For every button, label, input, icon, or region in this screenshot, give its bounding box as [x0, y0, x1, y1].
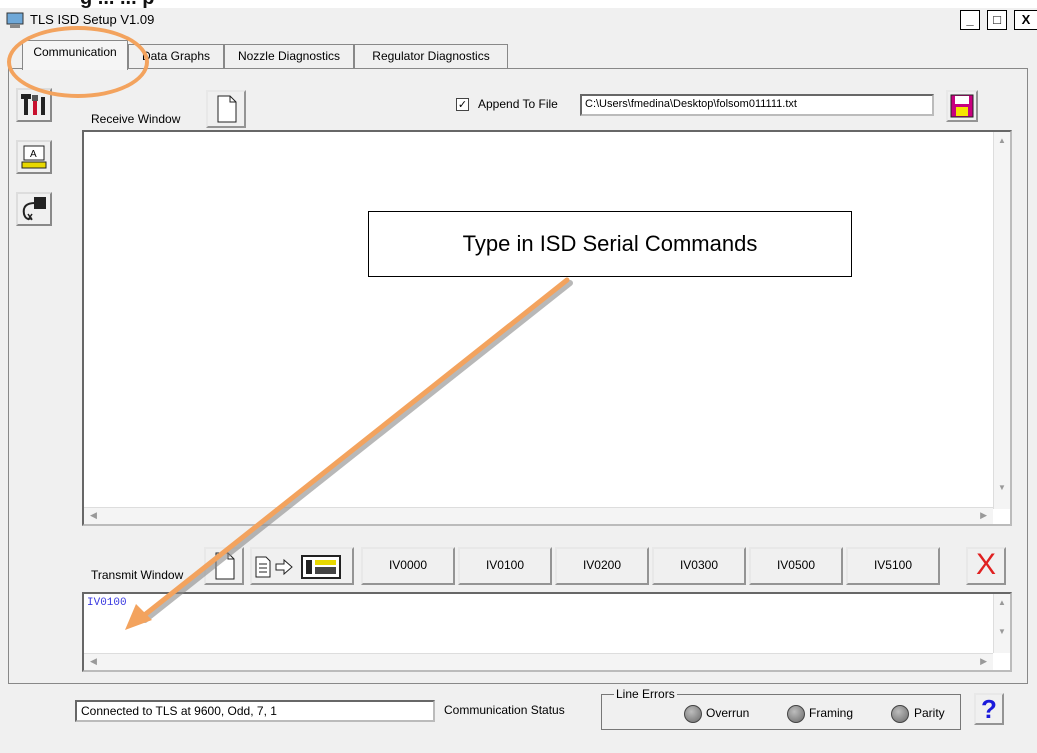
receive-text-area[interactable] [82, 130, 1012, 526]
receive-vertical-scrollbar[interactable]: ▲ ▼ [993, 132, 1010, 509]
framing-indicator [787, 705, 805, 723]
receive-clear-button[interactable] [206, 90, 246, 128]
parity-indicator [891, 705, 909, 723]
send-file-button[interactable] [250, 547, 354, 585]
clear-x-icon: X [975, 548, 996, 581]
title-bar: TLS ISD Setup V1.09 [0, 8, 1037, 34]
help-button[interactable]: ? [974, 693, 1004, 725]
transmit-clear-button[interactable] [204, 547, 244, 585]
receive-window-label: Receive Window [91, 112, 181, 126]
receive-horizontal-scrollbar[interactable]: ◀ ▶ [84, 507, 993, 524]
cable-button[interactable] [16, 192, 52, 226]
keyboard-button[interactable]: A [16, 140, 52, 174]
tab-regulator-diagnostics[interactable]: Regulator Diagnostics [354, 44, 508, 68]
cable-icon [22, 197, 46, 221]
window-title: TLS ISD Setup V1.09 [30, 12, 155, 27]
slide-heading-text: g ... ... p [80, 0, 154, 8]
app-icon [6, 12, 24, 28]
line-errors-label: Line Errors [614, 687, 677, 701]
new-document-icon [215, 552, 235, 580]
slide-heading-fragment: g ... ... p [0, 0, 1037, 8]
command-button-iv0000[interactable]: IV0000 [361, 547, 455, 585]
text-file-icon [255, 555, 341, 579]
minimize-button[interactable]: _ [960, 10, 980, 30]
close-button[interactable]: X [1014, 10, 1037, 30]
communication-status-label: Communication Status [444, 703, 565, 717]
command-button-iv0100[interactable]: IV0100 [458, 547, 552, 585]
command-button-iv0200[interactable]: IV0200 [555, 547, 649, 585]
command-button-iv5100[interactable]: IV5100 [846, 547, 940, 585]
transmit-vertical-scrollbar[interactable]: ▲ ▼ [993, 594, 1010, 653]
keyboard-icon: A [21, 145, 47, 169]
overrun-indicator [684, 705, 702, 723]
calculator-icon [301, 555, 341, 579]
command-button-iv0500[interactable]: IV0500 [749, 547, 843, 585]
file-path-field[interactable]: C:\Users\fmedina\Desktop\folsom011111.tx… [580, 94, 934, 116]
transmit-horizontal-scrollbar[interactable]: ◀ ▶ [84, 653, 993, 670]
annotation-circle [7, 26, 149, 98]
save-disk-icon [950, 94, 974, 118]
append-to-file-label: Append To File [478, 97, 558, 111]
maximize-button[interactable]: □ [987, 10, 1007, 30]
framing-label: Framing [809, 706, 854, 720]
command-button-iv0300[interactable]: IV0300 [652, 547, 746, 585]
connection-status-field: Connected to TLS at 9600, Odd, 7, 1 [75, 700, 435, 722]
tools-icon [21, 94, 45, 115]
arrow-right-icon [275, 558, 293, 576]
svg-text:A: A [30, 149, 37, 160]
transmit-input-text: IV0100 [87, 597, 127, 609]
annotation-callout: Type in ISD Serial Commands [368, 211, 852, 277]
save-button[interactable] [946, 90, 978, 122]
clear-x-button[interactable]: X [966, 547, 1006, 585]
help-icon: ? [981, 694, 997, 724]
tab-nozzle-diagnostics[interactable]: Nozzle Diagnostics [224, 44, 354, 68]
transmit-window-label: Transmit Window [91, 568, 184, 582]
append-to-file-checkbox[interactable]: ✓ [456, 98, 469, 111]
overrun-label: Overrun [706, 706, 750, 720]
new-document-icon [217, 95, 237, 123]
parity-label: Parity [914, 706, 945, 720]
